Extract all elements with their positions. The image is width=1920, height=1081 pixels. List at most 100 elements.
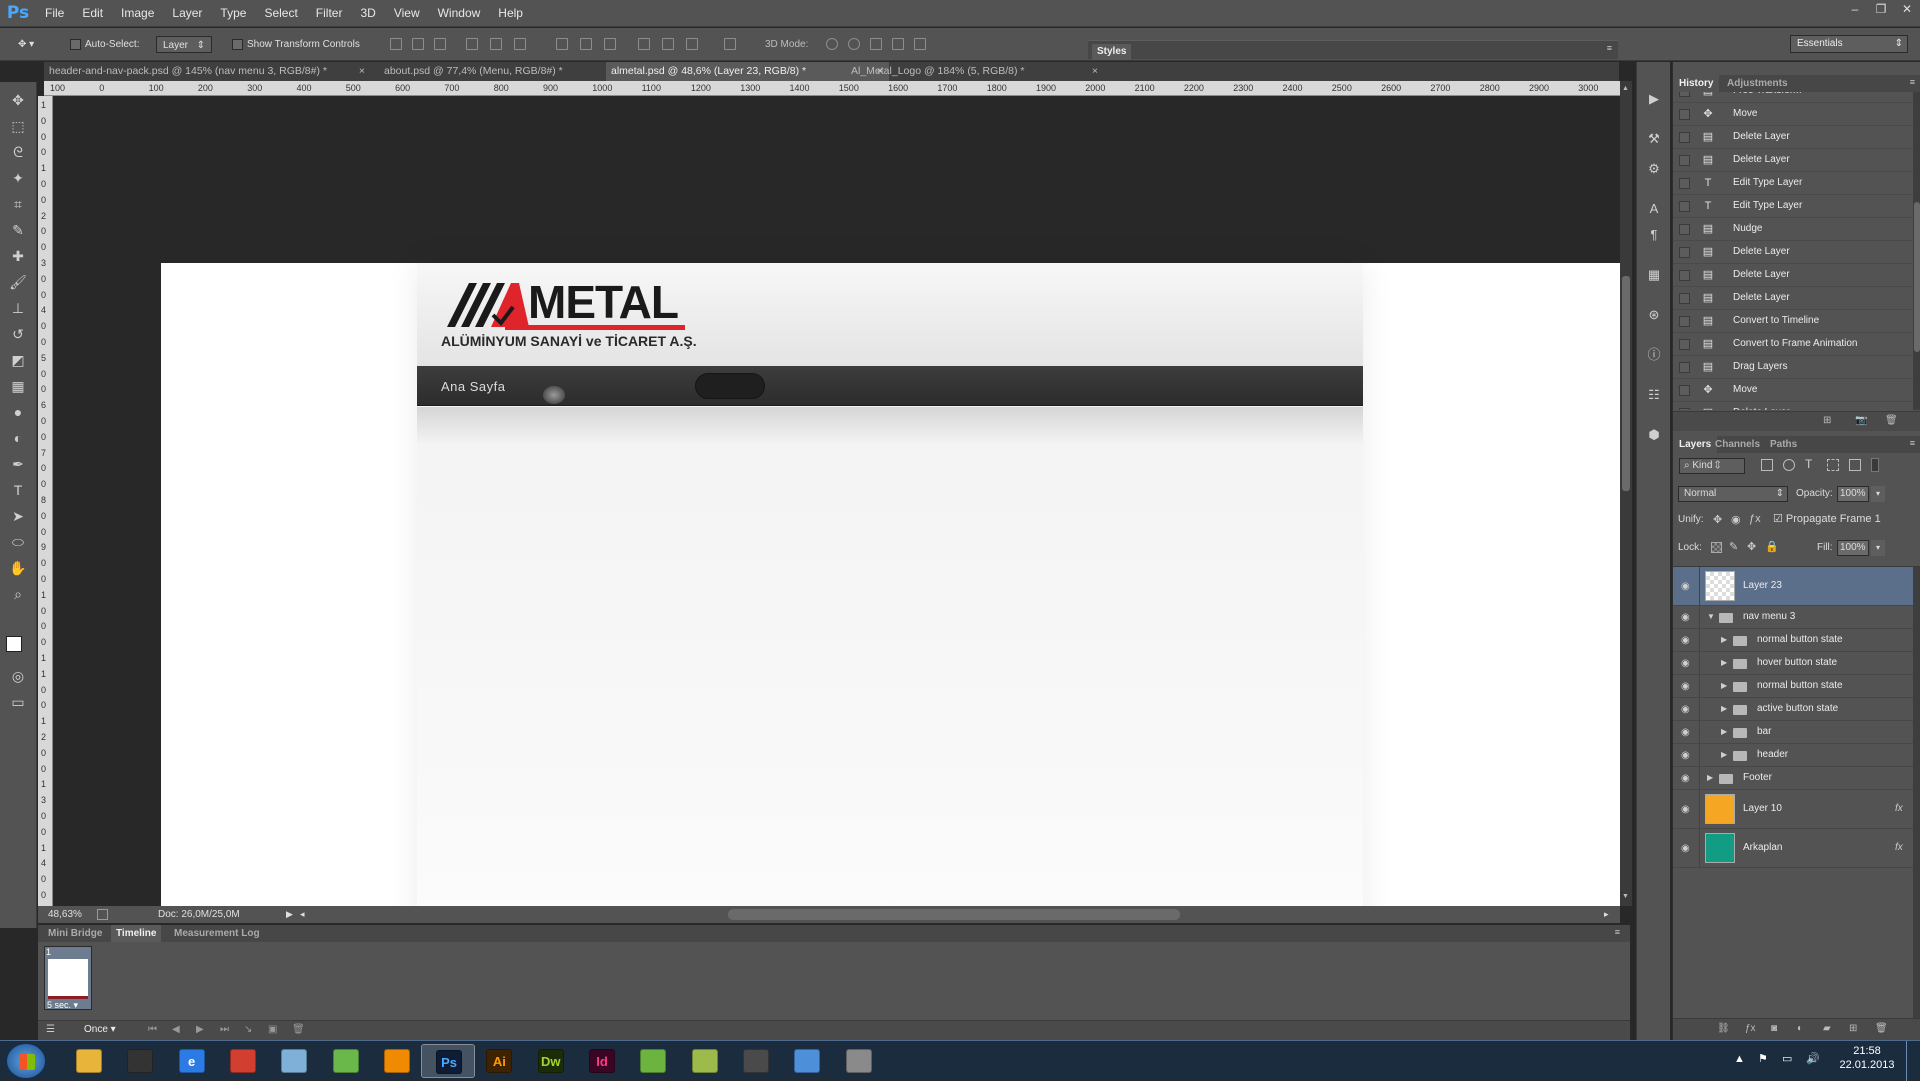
paragraph-icon[interactable]: ¶ — [1645, 226, 1663, 244]
history-checkbox[interactable] — [1679, 316, 1690, 327]
history-item[interactable]: ▤ Free Transform — [1673, 92, 1913, 103]
taskbar-outlook[interactable] — [780, 1044, 834, 1078]
animation-frame[interactable]: 1 5 sec. ▾ — [44, 946, 92, 1010]
menu-window[interactable]: Window — [429, 0, 490, 27]
show-desktop-button[interactable] — [1906, 1041, 1920, 1081]
history-item[interactable]: ✥ Move — [1673, 379, 1913, 402]
menu-type[interactable]: Type — [211, 0, 255, 27]
filter-smart-object-icon[interactable] — [1849, 459, 1861, 471]
clock[interactable]: 21:58 22.01.2013 — [1838, 1045, 1896, 1071]
history-checkbox[interactable] — [1679, 132, 1690, 143]
duplicate-frame-icon[interactable]: ▣ — [268, 1024, 277, 1035]
close-icon[interactable]: × — [1092, 62, 1098, 81]
eye-icon[interactable]: ◉ — [1681, 704, 1695, 715]
filter-toggle[interactable] — [1871, 458, 1879, 472]
distribute-left-icon[interactable] — [638, 38, 650, 50]
menu-image[interactable]: Image — [112, 0, 163, 27]
history-item[interactable]: ▤ Delete Layer — [1673, 287, 1913, 310]
menu-edit[interactable]: Edit — [73, 0, 112, 27]
nav-pill-button[interactable] — [695, 373, 765, 399]
history-checkbox[interactable] — [1679, 224, 1690, 235]
history-item[interactable]: ▤ Convert to Timeline — [1673, 310, 1913, 333]
lock-all-icon[interactable]: 🔒 — [1765, 540, 1779, 553]
history-item[interactable]: ▤ Delete Layer — [1673, 402, 1913, 410]
trash-icon[interactable]: 🗑 — [1885, 415, 1898, 426]
layer-filter-kind[interactable]: ⌕ Kind ⇕ — [1679, 458, 1745, 474]
taskbar-filezilla[interactable] — [678, 1044, 732, 1078]
eye-icon[interactable]: ◉ — [1681, 658, 1695, 669]
taskbar-vlc[interactable] — [370, 1044, 424, 1078]
disclosure-closed-icon[interactable]: ▶ — [1721, 675, 1727, 697]
filter-pixel-icon[interactable] — [1761, 459, 1773, 471]
fx-icon[interactable]: fx — [1895, 829, 1903, 867]
tab-history[interactable]: History — [1673, 75, 1720, 92]
eraser-tool-icon[interactable]: ◩ — [8, 350, 28, 370]
gradient-tool-icon[interactable]: ▦ — [8, 376, 28, 396]
auto-align-icon[interactable] — [724, 38, 736, 50]
layer-row[interactable]: ◉ ▶ Footer — [1673, 767, 1913, 790]
adjustment-layer-icon[interactable]: ◐ — [1797, 1023, 1803, 1034]
unify-position-icon[interactable]: ✥ — [1713, 513, 1722, 526]
layer-name[interactable]: Layer 10 — [1743, 790, 1782, 828]
blend-mode-dropdown[interactable]: Normal ⇕ — [1678, 486, 1788, 502]
layer-name[interactable]: Layer 23 — [1743, 567, 1782, 605]
history-checkbox[interactable] — [1679, 178, 1690, 189]
menu-view[interactable]: View — [385, 0, 429, 27]
taskbar-illustrator[interactable]: Ai — [472, 1044, 526, 1078]
tab-al-metal-logo[interactable]: Al_Metal_Logo @ 184% (5, RGB/8) * × — [846, 62, 1104, 81]
vertical-scrollbar[interactable]: ▲ ▼ — [1620, 81, 1632, 906]
zoom-tool-icon[interactable]: ⌕ — [8, 584, 28, 604]
tray-expand-icon[interactable]: ▲ — [1734, 1053, 1745, 1065]
group-name[interactable]: Footer — [1743, 767, 1772, 789]
status-menu-icon[interactable]: ▶ — [286, 906, 293, 923]
layer-row[interactable]: ◉ Layer 23 — [1673, 567, 1913, 606]
scroll-left-icon[interactable]: ◂ — [300, 906, 305, 923]
minimize-button[interactable]: – — [1842, 0, 1868, 20]
auto-select-checkbox[interactable]: Auto-Select: — [70, 36, 139, 53]
tab-layers[interactable]: Layers — [1673, 436, 1718, 453]
taskbar-terminal[interactable] — [729, 1044, 783, 1078]
menu-filter[interactable]: Filter — [307, 0, 352, 27]
taskbar-photoshop[interactable]: Ps — [421, 1044, 476, 1078]
history-checkbox[interactable] — [1679, 92, 1690, 97]
group-name[interactable]: active button state — [1757, 698, 1838, 720]
delete-frame-icon[interactable]: 🗑 — [292, 1024, 305, 1035]
group-name[interactable]: nav menu 3 — [1743, 606, 1795, 628]
pen-tool-icon[interactable]: ✒ — [8, 454, 28, 474]
history-checkbox[interactable] — [1679, 201, 1690, 212]
tab-measurement-log[interactable]: Measurement Log — [169, 925, 265, 942]
menu-3d[interactable]: 3D — [351, 0, 384, 27]
menu-file[interactable]: File — [36, 0, 73, 27]
history-item[interactable]: T Edit Type Layer — [1673, 172, 1913, 195]
taskbar-dreamweaver[interactable]: Dw — [524, 1044, 578, 1078]
export-icon[interactable] — [97, 909, 108, 920]
show-transform-checkbox[interactable]: Show Transform Controls — [232, 36, 360, 53]
opacity-input[interactable]: 100% — [1837, 486, 1869, 502]
next-frame-icon[interactable]: ⏭ — [220, 1024, 229, 1035]
fill-input[interactable]: 100% — [1837, 540, 1869, 556]
3d-scale-icon[interactable] — [914, 38, 926, 50]
unify-style-icon[interactable]: ƒx — [1749, 513, 1761, 525]
history-item[interactable]: ▤ Delete Layer — [1673, 126, 1913, 149]
layer-row[interactable]: ◉ ▶ bar — [1673, 721, 1913, 744]
taskbar-notepad[interactable] — [267, 1044, 321, 1078]
eye-icon[interactable]: ◉ — [1681, 804, 1695, 815]
disclosure-closed-icon[interactable]: ▶ — [1721, 744, 1727, 766]
layer-row[interactable]: ◉ ▶ active button state — [1673, 698, 1913, 721]
lock-position-icon[interactable]: ✥ — [1747, 540, 1756, 553]
3d-rotate-icon[interactable] — [826, 38, 838, 50]
align-vcenter-icon[interactable] — [412, 38, 424, 50]
link-layers-icon[interactable]: ⛓ — [1717, 1023, 1730, 1034]
eye-icon[interactable]: ◉ — [1681, 612, 1695, 623]
nav-item-ana-sayfa[interactable]: Ana Sayfa — [441, 379, 506, 394]
dodge-tool-icon[interactable]: ◐ — [8, 428, 28, 448]
unify-visibility-icon[interactable]: ◉ — [1731, 513, 1741, 526]
align-top-icon[interactable] — [390, 38, 402, 50]
tab-channels[interactable]: Channels — [1715, 436, 1760, 453]
eye-icon[interactable]: ◉ — [1681, 750, 1695, 761]
menu-help[interactable]: Help — [489, 0, 532, 27]
panel-menu-icon[interactable]: ≡ — [1615, 927, 1620, 937]
history-checkbox[interactable] — [1679, 270, 1690, 281]
layer-row[interactable]: ◉ ▶ normal button state — [1673, 675, 1913, 698]
type-tool-icon[interactable]: T — [8, 480, 28, 500]
